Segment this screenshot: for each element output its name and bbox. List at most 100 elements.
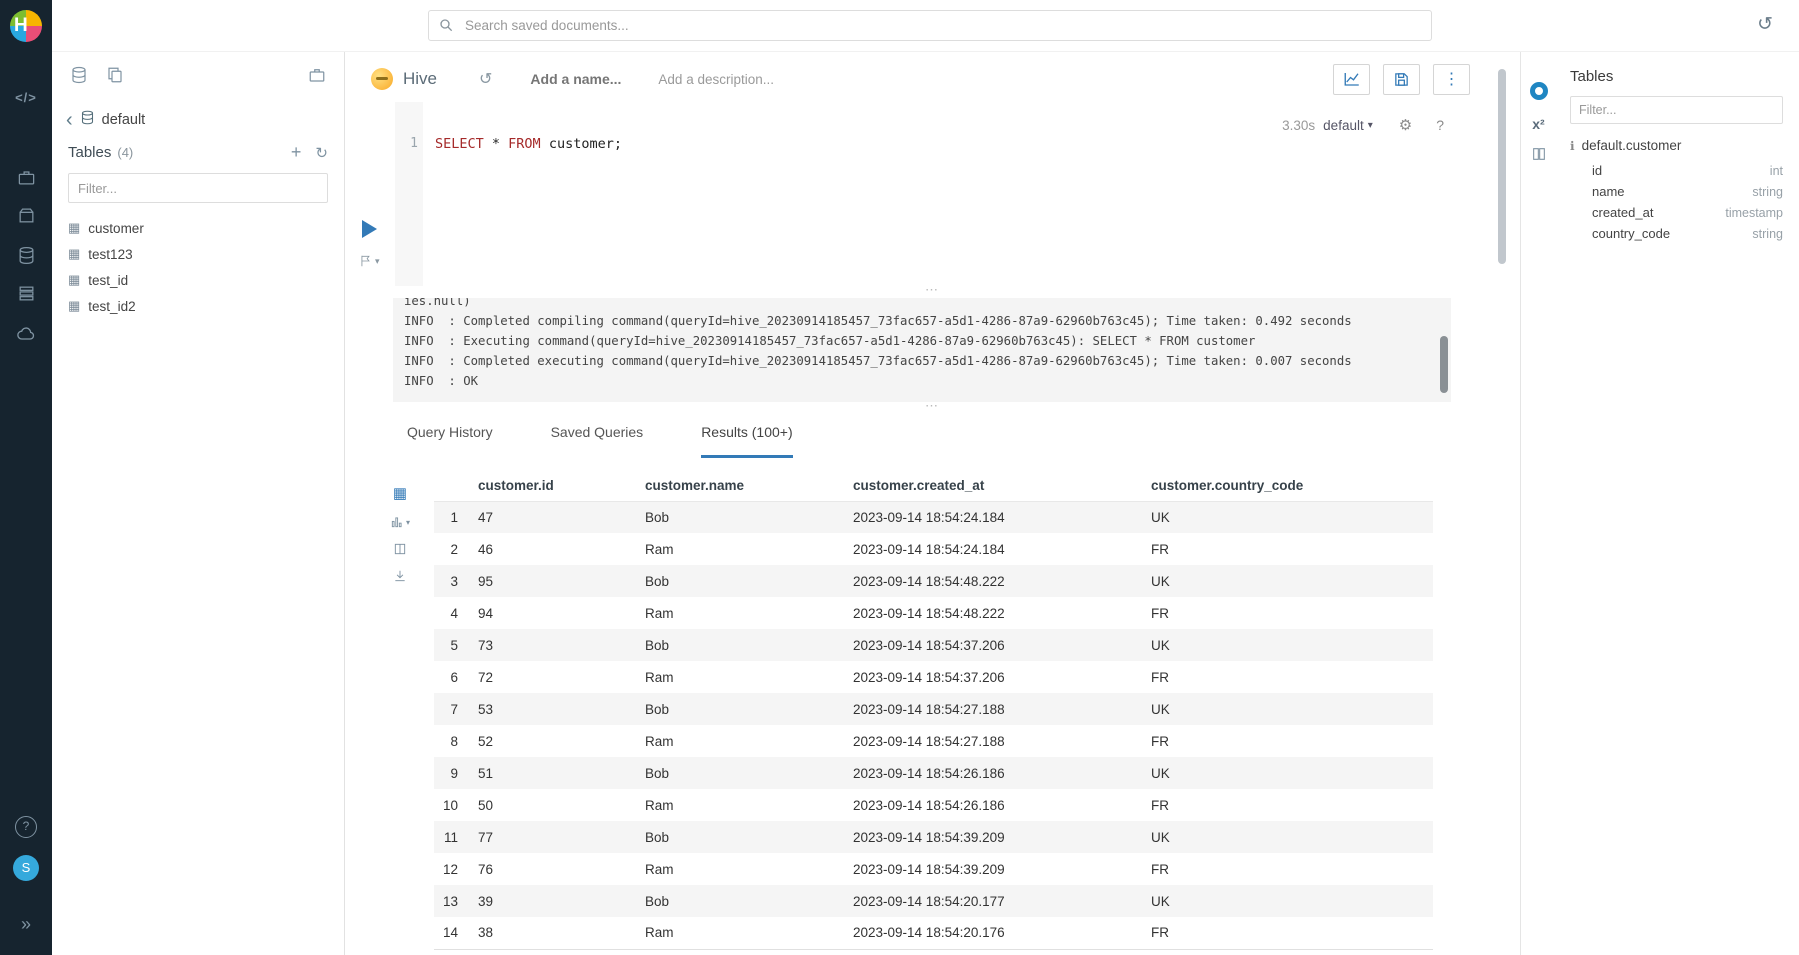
- main-scrollbar-thumb[interactable]: [1498, 69, 1506, 264]
- database-icon: [80, 110, 95, 130]
- data-cell: 39: [468, 885, 635, 917]
- table-row: 246Ram2023-09-14 18:54:24.184FR: [434, 533, 1433, 565]
- language-docs-icon[interactable]: [1531, 146, 1547, 167]
- back-chevron-icon[interactable]: ‹: [66, 110, 73, 130]
- data-cell: Ram: [635, 725, 843, 757]
- help-icon[interactable]: ?: [0, 816, 52, 838]
- column-type: string: [1752, 227, 1783, 241]
- tables-filter-input[interactable]: [68, 173, 328, 203]
- table-list-item[interactable]: ▦test_id2: [52, 293, 344, 319]
- column-row[interactable]: country_codestring: [1592, 223, 1783, 244]
- download-icon[interactable]: [393, 569, 407, 583]
- column-header[interactable]: customer.id: [468, 470, 635, 501]
- query-description-input[interactable]: [658, 72, 878, 87]
- save-button[interactable]: [1383, 64, 1420, 95]
- editor-icon[interactable]: </>: [0, 90, 52, 105]
- assist-tab-icons: [52, 52, 344, 102]
- row-index-cell: 13: [434, 885, 468, 917]
- user-avatar[interactable]: S: [0, 855, 52, 881]
- column-header[interactable]: customer.created_at: [843, 470, 1141, 501]
- table-list-item[interactable]: ▦test_id: [52, 267, 344, 293]
- column-header[interactable]: customer.country_code: [1141, 470, 1433, 501]
- chart-view-icon[interactable]: ▾: [390, 515, 410, 529]
- search-input[interactable]: [428, 10, 1432, 41]
- functions-icon[interactable]: x²: [1532, 116, 1544, 132]
- query-token: customer;: [541, 136, 622, 152]
- column-type: timestamp: [1725, 206, 1783, 220]
- results-tbody: 147Bob2023-09-14 18:54:24.184UK246Ram202…: [434, 501, 1433, 949]
- query-history-icon[interactable]: ↺: [479, 69, 492, 89]
- chart-button[interactable]: [1333, 64, 1370, 95]
- log-resize-handle[interactable]: ⋯: [345, 402, 1520, 414]
- query-text[interactable]: SELECT * FROM customer;: [435, 136, 622, 152]
- data-cell: 73: [468, 629, 635, 661]
- row-index-cell: 5: [434, 629, 468, 661]
- expand-rail-icon[interactable]: »: [0, 914, 52, 935]
- tables-filter: [68, 173, 328, 203]
- row-index-cell: 7: [434, 693, 468, 725]
- table-icon: ▦: [68, 246, 80, 262]
- jobs-icon[interactable]: [0, 168, 52, 192]
- apps-icon[interactable]: [0, 206, 52, 230]
- columns-view-icon[interactable]: [393, 542, 407, 556]
- data-cell: FR: [1141, 917, 1433, 949]
- execute-button[interactable]: [362, 220, 377, 238]
- table-row: 395Bob2023-09-14 18:54:48.222UK: [434, 565, 1433, 597]
- hue-logo[interactable]: H: [0, 0, 52, 52]
- row-index-cell: 3: [434, 565, 468, 597]
- info-icon[interactable]: ℹ: [1570, 139, 1575, 153]
- refresh-tables-icon[interactable]: ↻: [315, 144, 328, 162]
- tab-saved-queries[interactable]: Saved Queries: [551, 424, 644, 458]
- database-selector[interactable]: default: [1323, 118, 1364, 133]
- help-question-icon[interactable]: ?: [1436, 117, 1444, 133]
- table-list-item[interactable]: ▦test123: [52, 241, 344, 267]
- global-history-icon[interactable]: ↺: [1757, 13, 1773, 36]
- data-cell: 72: [468, 661, 635, 693]
- data-cell: FR: [1141, 597, 1433, 629]
- log-scrollbar-thumb[interactable]: [1440, 336, 1448, 393]
- caret-down-icon[interactable]: ▾: [1368, 120, 1373, 131]
- add-table-icon[interactable]: +: [291, 142, 302, 163]
- active-table[interactable]: ℹ default.customer: [1570, 138, 1783, 153]
- column-list: idintnamestringcreated_attimestampcountr…: [1570, 160, 1783, 244]
- column-row[interactable]: namestring: [1592, 181, 1783, 202]
- data-cell: 46: [468, 533, 635, 565]
- right-assist-strip: x²: [1521, 52, 1556, 955]
- table-row: 1276Ram2023-09-14 18:54:39.209FR: [434, 853, 1433, 885]
- warehouse-icon[interactable]: [0, 284, 52, 308]
- settings-gear-icon[interactable]: ⚙: [1399, 116, 1412, 134]
- data-cell: FR: [1141, 789, 1433, 821]
- data-cell: 2023-09-14 18:54:48.222: [843, 565, 1141, 597]
- data-cell: Ram: [635, 789, 843, 821]
- editor-resize-handle[interactable]: ⋯: [345, 286, 1520, 298]
- column-name: id: [1592, 163, 1602, 178]
- column-row[interactable]: idint: [1592, 160, 1783, 181]
- data-cell: 2023-09-14 18:54:26.186: [843, 757, 1141, 789]
- caret-down-icon: ▾: [406, 518, 410, 527]
- right-assist-panel: Tables ℹ default.customer idintnamestrin…: [1556, 52, 1799, 955]
- execution-status: 3.30s default ▾ ⚙ ?: [1282, 116, 1444, 134]
- sql-editor: ▾ 1 SELECT * FROM customer; 3.30s defaul…: [345, 102, 1520, 286]
- database-name[interactable]: default: [102, 112, 146, 128]
- column-row[interactable]: created_attimestamp: [1592, 202, 1783, 223]
- assistant-icon[interactable]: [1530, 82, 1548, 100]
- tab-query-history[interactable]: Query History: [407, 424, 493, 458]
- right-panel-filter: [1570, 96, 1783, 124]
- data-cell: Ram: [635, 853, 843, 885]
- query-name-input[interactable]: [530, 71, 648, 87]
- databases-icon[interactable]: [0, 246, 52, 270]
- table-icon: ▦: [68, 272, 80, 288]
- documents-icon[interactable]: [106, 66, 124, 89]
- data-cell: UK: [1141, 501, 1433, 533]
- sources-db-icon[interactable]: [70, 66, 88, 89]
- data-cell: Bob: [635, 757, 843, 789]
- apps-briefcase-icon[interactable]: [308, 66, 326, 89]
- right-filter-input[interactable]: [1570, 96, 1783, 124]
- table-list-item[interactable]: ▦customer: [52, 215, 344, 241]
- column-header[interactable]: customer.name: [635, 470, 843, 501]
- query-settings-icon[interactable]: ▾: [359, 254, 380, 268]
- tab-results[interactable]: Results (100+): [701, 424, 792, 458]
- grid-view-icon[interactable]: ▦: [393, 484, 407, 502]
- cloud-icon[interactable]: [0, 324, 52, 349]
- more-actions-button[interactable]: ⋮: [1433, 64, 1470, 95]
